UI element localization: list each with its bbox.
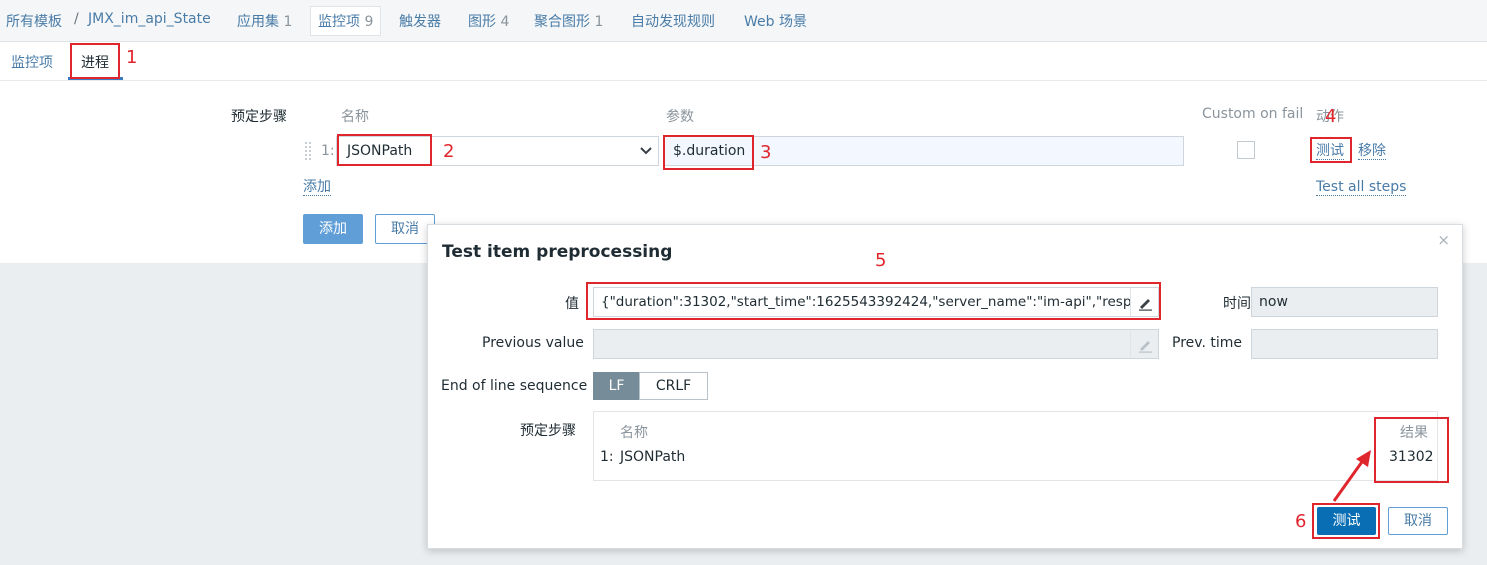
- step-number: 1:: [321, 143, 335, 159]
- annotation-number-6: 6: [1295, 511, 1307, 532]
- prev-time-input: [1251, 329, 1438, 359]
- column-header-custom-on-fail: Custom on fail: [1202, 106, 1304, 122]
- drag-handle-icon[interactable]: [304, 141, 312, 161]
- breadcrumb-separator: /: [74, 11, 79, 27]
- annotation-number-3: 3: [760, 142, 772, 163]
- breadcrumb: 所有模板 / JMX_im_api_State 应用集 1 监控项 9 触发器 …: [0, 0, 1487, 42]
- close-icon[interactable]: ×: [1437, 231, 1450, 249]
- annotation-box-3: [663, 135, 754, 170]
- previous-value-label: Previous value: [482, 335, 584, 351]
- column-header-params: 参数: [666, 109, 694, 125]
- annotation-box-2: [337, 134, 432, 166]
- eol-label: End of line sequence: [441, 378, 588, 394]
- tab-screens[interactable]: 聚合图形 1: [534, 11, 603, 31]
- tab-triggers[interactable]: 触发器: [399, 11, 441, 31]
- test-preprocessing-dialog: Test item preprocessing × 5 值 {"duration…: [427, 224, 1463, 549]
- add-step-link[interactable]: 添加: [303, 179, 331, 196]
- subtab-divider: [0, 80, 1487, 81]
- annotation-box-1: [70, 43, 120, 79]
- time-label: 时间: [1223, 296, 1251, 312]
- tab-applications[interactable]: 应用集 1: [237, 11, 292, 31]
- tab-graphs[interactable]: 图形 4: [468, 11, 509, 31]
- dialog-steps-label: 预定步骤: [520, 423, 576, 439]
- add-button[interactable]: 添加: [303, 214, 363, 244]
- pencil-icon: [1139, 341, 1152, 353]
- eol-lf-option[interactable]: LF: [593, 372, 640, 400]
- breadcrumb-all-templates[interactable]: 所有模板: [6, 11, 62, 31]
- annotation-number-1: 1: [126, 47, 138, 68]
- annotation-box-4: [1310, 137, 1352, 163]
- tab-discovery-rules[interactable]: 自动发现规则: [631, 11, 715, 31]
- steps-column-name: 名称: [620, 425, 648, 441]
- previous-value-input: [593, 329, 1159, 359]
- breadcrumb-template-name[interactable]: JMX_im_api_State: [88, 11, 211, 27]
- tab-web-scenarios[interactable]: Web 场景: [744, 11, 807, 31]
- custom-on-fail-checkbox[interactable]: [1237, 141, 1255, 159]
- annotation-number-2: 2: [443, 141, 455, 162]
- time-input[interactable]: now: [1251, 287, 1438, 317]
- step-row-number: 1:: [600, 449, 614, 465]
- steps-label: 预定步骤: [231, 109, 287, 125]
- annotation-box-result: [1374, 417, 1449, 483]
- chevron-down-icon: [640, 147, 652, 155]
- prev-time-label: Prev. time: [1172, 335, 1242, 351]
- dialog-cancel-button[interactable]: 取消: [1388, 507, 1448, 535]
- dialog-title: Test item preprocessing: [442, 242, 673, 262]
- tab-items[interactable]: 监控项 9: [310, 6, 382, 36]
- step-row-name: JSONPath: [620, 449, 686, 465]
- annotation-number-5: 5: [875, 250, 887, 271]
- annotation-number-4: 4: [1325, 106, 1337, 127]
- subtab-item[interactable]: 监控项: [11, 52, 53, 72]
- annotation-box-5: [586, 282, 1161, 320]
- edit-previous-value-button: [1130, 330, 1158, 358]
- cancel-button[interactable]: 取消: [375, 214, 435, 244]
- steps-result-table: 名称 结果 1: JSONPath 31302: [593, 411, 1438, 481]
- eol-crlf-option[interactable]: CRLF: [639, 372, 708, 400]
- annotation-box-6: [1312, 503, 1380, 539]
- time-value: now: [1259, 294, 1288, 310]
- annotation-arrow: [1332, 450, 1371, 502]
- test-all-steps-link[interactable]: Test all steps: [1316, 179, 1407, 196]
- value-label: 值: [565, 296, 579, 312]
- remove-step-link[interactable]: 移除: [1358, 143, 1386, 160]
- column-header-name: 名称: [341, 109, 369, 125]
